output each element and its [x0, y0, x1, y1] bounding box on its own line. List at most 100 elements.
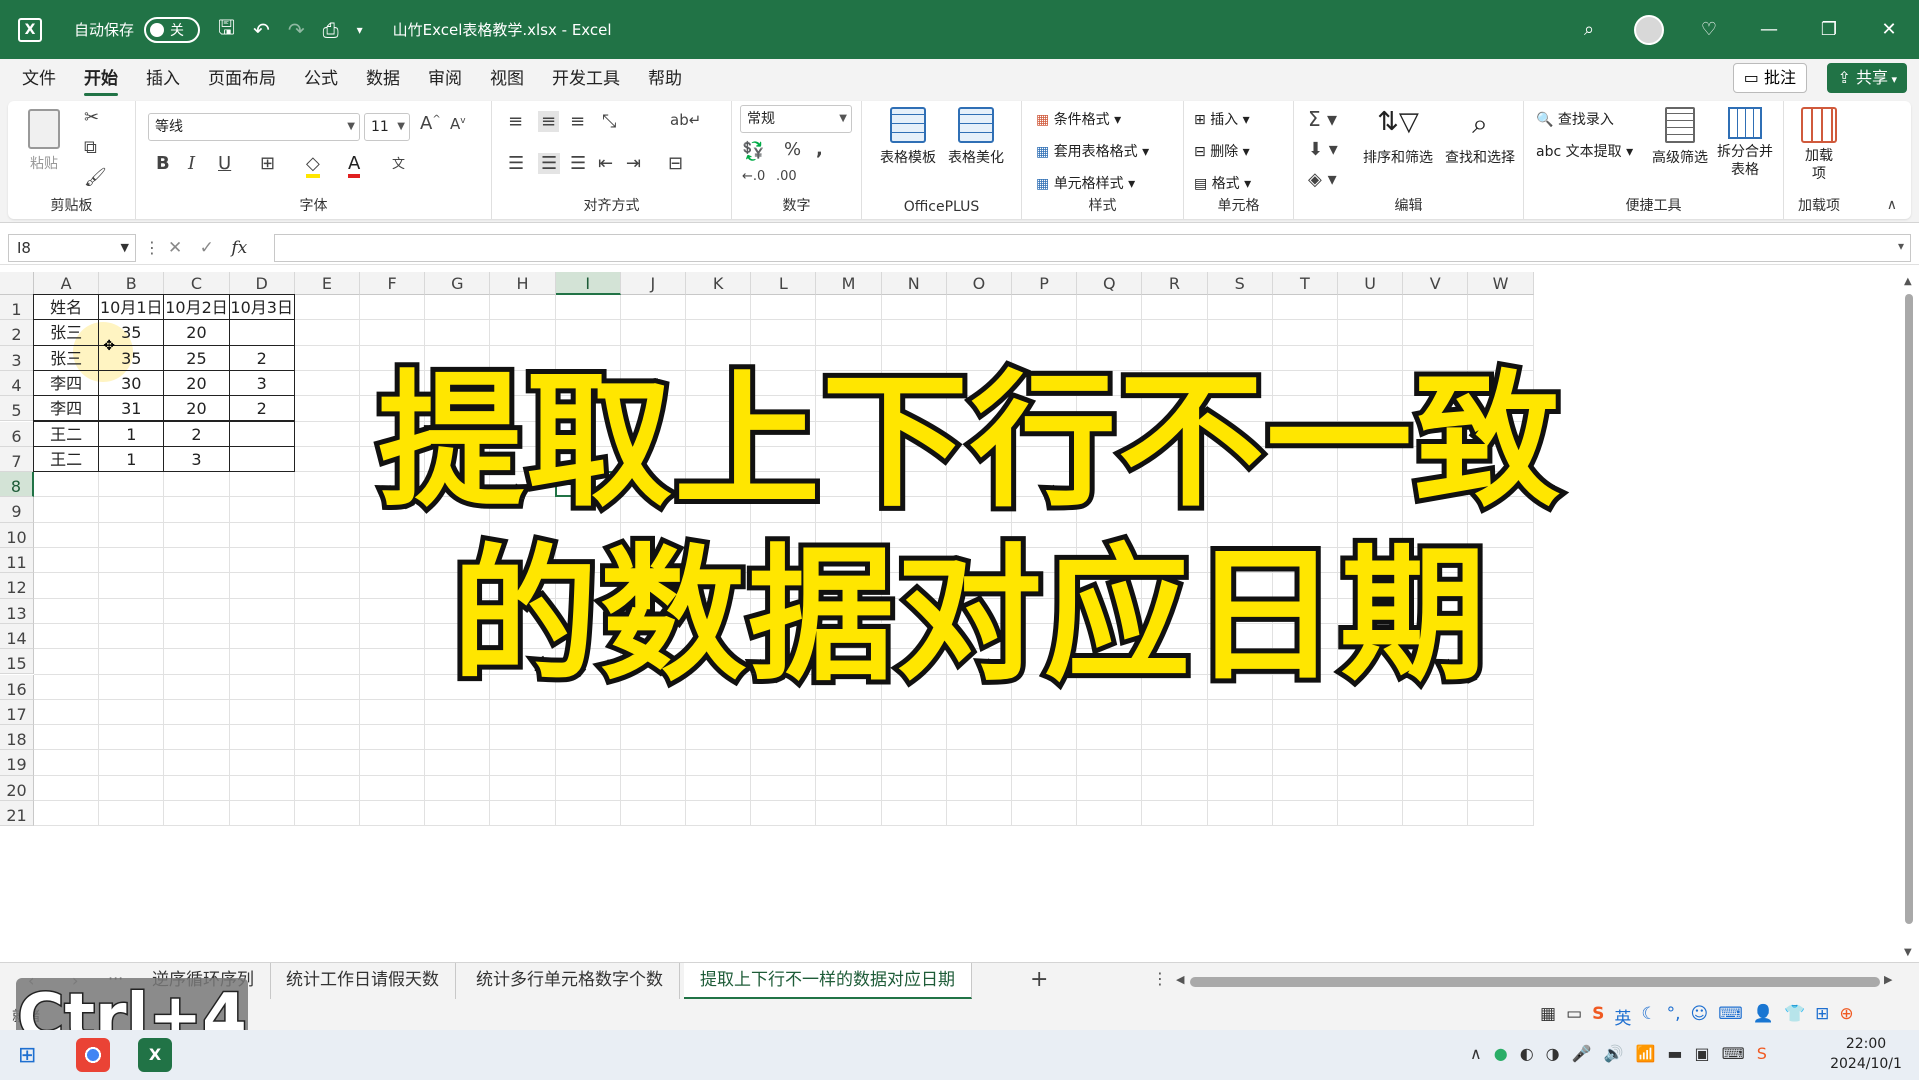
- italic-icon[interactable]: I: [188, 153, 195, 174]
- sheet-tab[interactable]: 统计工作日请假天数: [270, 963, 456, 999]
- table-cell[interactable]: 李四: [33, 395, 100, 422]
- microphone-icon[interactable]: 🎤: [1572, 1044, 1592, 1063]
- font-color-icon[interactable]: A: [348, 153, 361, 178]
- row-header[interactable]: 11: [0, 548, 34, 574]
- table-cell[interactable]: 2: [228, 344, 295, 371]
- column-header[interactable]: B: [99, 272, 165, 295]
- wechat-icon[interactable]: ●: [1494, 1044, 1508, 1063]
- toolbox-icon[interactable]: ⊞: [1815, 1004, 1829, 1029]
- select-all-corner[interactable]: [0, 272, 34, 295]
- percent-icon[interactable]: %: [784, 139, 801, 160]
- column-header[interactable]: A: [34, 272, 100, 295]
- row-header[interactable]: 12: [0, 573, 34, 599]
- sogou-ime-icon[interactable]: S: [1592, 1004, 1604, 1029]
- redo-icon[interactable]: ↷: [288, 18, 305, 42]
- row-header[interactable]: 5: [0, 396, 34, 422]
- restore-icon[interactable]: ❐: [1799, 19, 1859, 40]
- split-merge-button[interactable]: 拆分合并表格: [1712, 107, 1778, 179]
- orientation-icon[interactable]: ⤡: [602, 111, 616, 132]
- conditional-format-button[interactable]: ▦ 条件格式 ▾: [1036, 109, 1121, 129]
- table-cell[interactable]: 王二: [33, 420, 100, 447]
- column-header[interactable]: D: [229, 272, 295, 295]
- qq-icon[interactable]: ◐: [1520, 1044, 1534, 1063]
- table-cell[interactable]: 20: [163, 395, 230, 422]
- table-header-cell[interactable]: 姓名: [33, 294, 100, 321]
- windows-start-icon[interactable]: ⊞: [18, 1043, 36, 1068]
- copy-icon[interactable]: ⧉: [84, 137, 97, 158]
- row-header[interactable]: 18: [0, 725, 34, 751]
- tab-data[interactable]: 数据: [354, 59, 412, 99]
- chrome-icon[interactable]: [76, 1038, 110, 1072]
- column-header[interactable]: K: [686, 272, 752, 295]
- accounting-icon[interactable]: 💱: [742, 141, 764, 162]
- align-bottom-icon[interactable]: ≡: [570, 111, 585, 132]
- increase-decimal-icon[interactable]: ←.0: [742, 169, 765, 184]
- emoji-icon[interactable]: ☺: [1691, 1004, 1709, 1029]
- column-header[interactable]: L: [751, 272, 817, 295]
- increase-indent-icon[interactable]: ⇥: [626, 153, 641, 174]
- table-header-cell[interactable]: 10月3日: [228, 294, 295, 321]
- tab-split-icon[interactable]: ⋮: [1152, 969, 1168, 988]
- scroll-up-icon[interactable]: ▲: [1904, 276, 1912, 287]
- cancel-icon[interactable]: ✕: [168, 238, 182, 258]
- column-header[interactable]: U: [1338, 272, 1404, 295]
- row-header[interactable]: 6: [0, 421, 34, 447]
- tab-page-layout[interactable]: 页面布局: [196, 59, 288, 99]
- decrease-decimal-icon[interactable]: .00: [776, 169, 797, 184]
- tab-home[interactable]: 开始: [72, 59, 130, 99]
- table-header-cell[interactable]: 10月2日: [163, 294, 230, 321]
- tray-expand-icon[interactable]: ∧: [1470, 1044, 1482, 1063]
- autosave-toggle[interactable]: 关: [144, 16, 201, 43]
- row-header[interactable]: 20: [0, 775, 34, 801]
- system-clock[interactable]: 22:00 2024/10/1: [1820, 1034, 1912, 1074]
- column-header[interactable]: N: [881, 272, 947, 295]
- comma-style-icon[interactable]: ,: [816, 139, 823, 160]
- scroll-left-icon[interactable]: ◀: [1176, 973, 1184, 986]
- vertical-scrollbar[interactable]: ▲ ▼: [1899, 272, 1919, 962]
- tab-developer[interactable]: 开发工具: [540, 59, 632, 99]
- row-header[interactable]: 19: [0, 750, 34, 776]
- wifi-icon[interactable]: 📶: [1635, 1044, 1655, 1063]
- align-left-icon[interactable]: ☰: [508, 153, 524, 174]
- sort-filter-button[interactable]: ⇅▽ 排序和筛选: [1360, 107, 1436, 167]
- table-beautify-button[interactable]: 表格美化: [944, 107, 1008, 167]
- table-cell[interactable]: 2: [163, 420, 230, 447]
- autosum-icon[interactable]: Σ ▾: [1308, 107, 1337, 131]
- row-header[interactable]: 7: [0, 446, 34, 473]
- table-cell[interactable]: [228, 445, 295, 473]
- punctuation-icon[interactable]: °,: [1667, 1004, 1681, 1029]
- sogou-menu-icon[interactable]: ⊕: [1839, 1004, 1853, 1029]
- ime-mode[interactable]: 英: [1614, 1004, 1631, 1029]
- column-header[interactable]: I: [555, 272, 621, 295]
- wrap-text-icon[interactable]: ab↵: [670, 111, 701, 129]
- row-header[interactable]: 10: [0, 522, 34, 548]
- scroll-right-icon[interactable]: ▶: [1884, 973, 1892, 986]
- moon-icon[interactable]: ☾: [1641, 1004, 1656, 1029]
- format-painter-icon[interactable]: 🖌: [84, 167, 107, 188]
- borders-icon[interactable]: ⊞: [260, 153, 275, 174]
- enter-icon[interactable]: ✓: [200, 238, 214, 258]
- table-cell[interactable]: 30: [98, 369, 165, 397]
- row-header[interactable]: 17: [0, 699, 34, 726]
- row-header[interactable]: 21: [0, 801, 34, 827]
- bold-icon[interactable]: B: [156, 153, 170, 174]
- advanced-filter-button[interactable]: 高级筛选: [1648, 107, 1712, 167]
- sheet-tab-active[interactable]: 提取上下行不一样的数据对应日期: [684, 963, 972, 999]
- clear-icon[interactable]: ◈ ▾: [1308, 169, 1337, 190]
- number-format-select[interactable]: 常规 ▼: [740, 105, 852, 133]
- row-header[interactable]: 14: [0, 623, 34, 650]
- row-header[interactable]: 3: [0, 345, 34, 371]
- undo-icon[interactable]: ↶: [253, 18, 270, 42]
- row-header[interactable]: 9: [0, 497, 34, 523]
- column-header[interactable]: C: [164, 272, 230, 295]
- increase-font-icon[interactable]: A^: [420, 113, 441, 134]
- table-cell[interactable]: 2: [228, 395, 295, 422]
- table-cell[interactable]: 张三: [33, 344, 100, 371]
- table-cell[interactable]: 李四: [33, 369, 100, 397]
- print-preview-icon[interactable]: ⎙: [323, 18, 339, 42]
- page-layout-icon[interactable]: ▭: [1566, 1004, 1582, 1029]
- column-header[interactable]: R: [1142, 272, 1208, 295]
- phonetic-icon[interactable]: 文: [392, 153, 405, 172]
- column-header[interactable]: O: [946, 272, 1012, 295]
- scroll-down-icon[interactable]: ▼: [1904, 947, 1912, 958]
